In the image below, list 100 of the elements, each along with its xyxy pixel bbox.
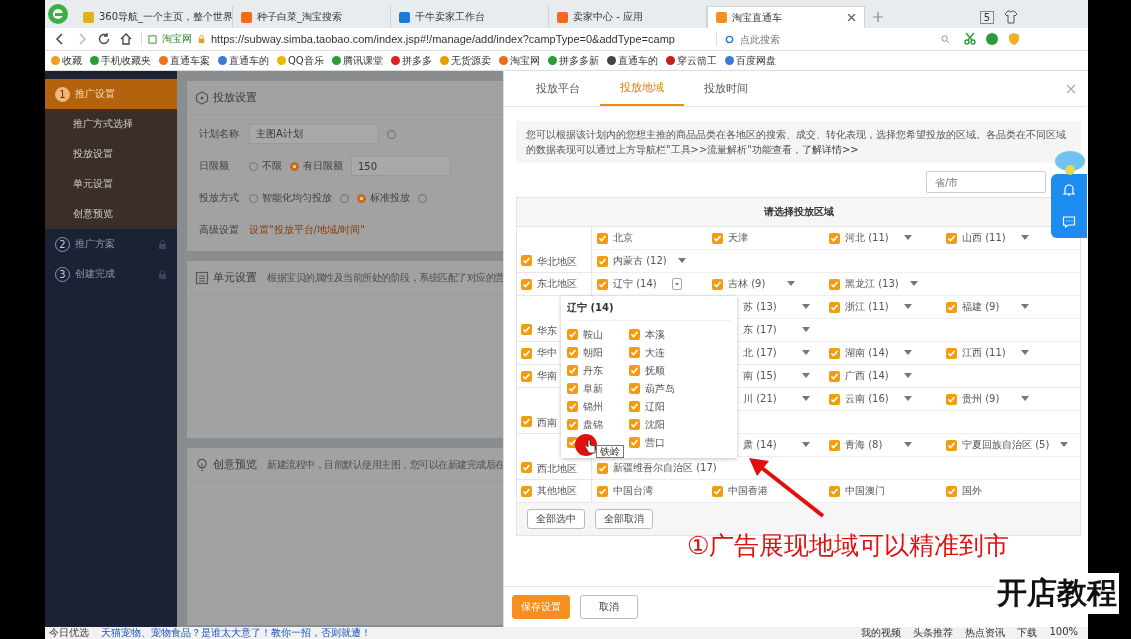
step-item[interactable]: 1 推广设置 (45, 79, 177, 109)
bookmark[interactable]: 直通车的 (218, 53, 269, 68)
close-icon[interactable] (847, 13, 856, 22)
caret-icon[interactable] (909, 281, 918, 287)
radio-option[interactable]: 不限 (249, 159, 282, 173)
bookmark[interactable]: 收藏 (51, 53, 82, 68)
new-tab-icon[interactable] (873, 12, 883, 22)
caret-icon[interactable] (1021, 235, 1029, 241)
checkbox[interactable] (567, 365, 578, 376)
caret-icon[interactable] (904, 304, 912, 310)
bookmark[interactable]: 腾讯课堂 (331, 53, 383, 68)
sidebar-item[interactable]: 推广方式选择 (45, 109, 177, 139)
drawer-tab[interactable]: 投放时间 (684, 71, 768, 106)
caret-icon[interactable] (1060, 442, 1069, 448)
region-cell[interactable]: 其他地区 (517, 480, 592, 503)
checkbox[interactable] (629, 329, 640, 340)
bookmark[interactable]: 拼多多 (390, 53, 432, 68)
drawer-tab[interactable]: 投放平台 (516, 71, 600, 106)
checkbox[interactable] (521, 324, 532, 335)
bookmark[interactable]: QQ音乐 (277, 53, 324, 68)
checkbox[interactable] (567, 329, 578, 340)
refresh-icon[interactable] (97, 32, 111, 46)
checkbox[interactable] (521, 462, 532, 473)
shield-icon[interactable] (1007, 32, 1021, 46)
checkbox[interactable] (829, 370, 840, 382)
checkbox[interactable] (567, 347, 578, 358)
select-button[interactable]: 全部取消 (595, 509, 653, 529)
checkbox[interactable] (597, 462, 608, 474)
step-item[interactable]: 3 创建完成 (45, 259, 177, 289)
checkbox[interactable] (521, 370, 532, 382)
checkbox[interactable] (829, 347, 840, 359)
news-link[interactable]: 天猫宠物、宠物食品？是谁太大意了！教你一招，否则就遭！ (101, 627, 371, 639)
chat-icon[interactable] (1062, 215, 1076, 229)
radio-option[interactable]: 标准投放 (357, 191, 410, 205)
status-item[interactable]: 100% (1049, 627, 1078, 639)
help-icon[interactable] (340, 193, 349, 203)
checkbox[interactable] (829, 485, 840, 497)
checkbox[interactable] (946, 347, 957, 359)
caret-icon[interactable] (802, 304, 810, 310)
browser-tab[interactable]: 360导航_一个主页，整个世界 (75, 6, 233, 28)
checkbox[interactable] (567, 383, 578, 394)
caret-icon[interactable] (672, 278, 682, 290)
checkbox[interactable] (521, 347, 532, 359)
caret-icon[interactable] (1021, 304, 1029, 310)
caret-icon[interactable] (1021, 396, 1029, 402)
region-search-field[interactable]: 省/市 (926, 171, 1046, 193)
checkbox[interactable] (946, 393, 957, 405)
checkbox[interactable] (829, 439, 840, 451)
checkbox[interactable] (829, 278, 840, 290)
checkbox[interactable] (829, 393, 840, 405)
checkbox[interactable] (712, 485, 723, 497)
caret-icon[interactable] (904, 396, 912, 402)
region-cell[interactable]: 华北地区 (517, 227, 592, 273)
checkbox[interactable] (629, 401, 640, 412)
checkbox[interactable] (629, 365, 640, 376)
checkbox[interactable] (597, 485, 608, 497)
status-item[interactable]: 热点资讯 (965, 627, 1006, 639)
bookmark[interactable]: 直通车案 (159, 53, 210, 68)
caret-icon[interactable] (904, 235, 912, 241)
address-url[interactable]: https://subway.simba.taobao.com/index.jsp#!/manage/add/index?campType=0&addType=camp (211, 33, 675, 45)
checkbox[interactable] (946, 301, 957, 313)
checkbox[interactable] (567, 401, 578, 412)
bookmark[interactable]: 手机收藏夹 (90, 53, 151, 68)
sidebar-item[interactable]: 投放设置 (45, 139, 177, 169)
caret-icon[interactable] (802, 442, 810, 448)
home-icon[interactable] (119, 32, 133, 46)
checkbox[interactable] (521, 485, 532, 497)
checkbox[interactable] (521, 255, 532, 266)
text-field[interactable]: 主图A计划 (249, 124, 379, 144)
bookmark[interactable]: 穿云箭工 (665, 53, 717, 68)
caret-icon[interactable] (1021, 350, 1029, 356)
checkbox[interactable] (521, 416, 532, 427)
status-item[interactable]: 我的视频 (861, 627, 902, 639)
browser-tab[interactable]: 种子白菜_淘宝搜索 (233, 6, 391, 28)
checkbox[interactable] (597, 255, 608, 267)
caret-icon[interactable] (802, 396, 810, 402)
bookmark[interactable]: 百度网盘 (724, 53, 776, 68)
caret-icon[interactable] (802, 350, 810, 356)
status-item[interactable]: 头条推荐 (913, 627, 954, 639)
step-item[interactable]: 2 推广方案 (45, 229, 177, 259)
checkbox[interactable] (829, 301, 840, 313)
caret-icon[interactable] (904, 442, 912, 448)
caret-icon[interactable] (787, 281, 795, 287)
status-item[interactable]: 下载 (1017, 627, 1038, 639)
browser-logo-icon[interactable] (47, 3, 69, 25)
radio-option[interactable]: 有日限额 (290, 159, 343, 173)
browser-tab[interactable]: 淘宝直通车 (707, 6, 865, 28)
scissors-icon[interactable] (963, 32, 977, 46)
app-icon[interactable] (985, 32, 999, 46)
text-field[interactable]: 150 (351, 156, 451, 176)
checkbox[interactable] (946, 485, 957, 497)
bookmark[interactable]: 无货源卖 (439, 53, 491, 68)
checkbox[interactable] (521, 278, 532, 290)
bookmark[interactable]: 淘宝网 (498, 53, 540, 68)
checkbox[interactable] (567, 419, 578, 430)
bookmark[interactable]: 直通车的 (606, 53, 658, 68)
bell-icon[interactable] (1062, 183, 1076, 197)
checkbox[interactable] (629, 383, 640, 394)
tab-counter[interactable]: 5 (979, 10, 994, 24)
bookmark[interactable]: 拼多多新 (547, 53, 599, 68)
